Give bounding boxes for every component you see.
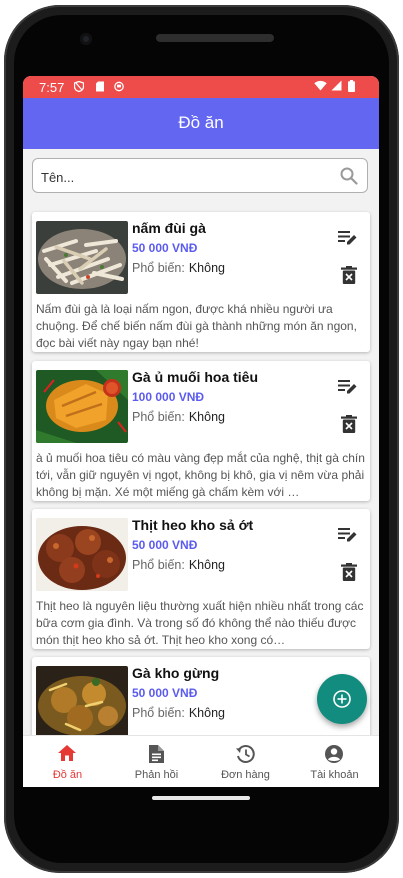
food-image (36, 666, 128, 736)
popular-value: Không (188, 558, 225, 572)
shield-icon (74, 81, 84, 92)
app-screen: 7:57 Đồ ăn nấm đùi gà 50 000 VNĐ Phổ biế… (23, 76, 379, 787)
food-card[interactable]: Gà ủ muối hoa tiêu 100 000 VNĐ Phổ biến:… (32, 361, 370, 501)
food-price: 50 000 VNĐ (132, 686, 198, 700)
food-card[interactable]: nấm đùi gà 50 000 VNĐ Phổ biến: Không Nấm… (32, 212, 370, 352)
nav-label: Tài khoản (310, 769, 359, 781)
delete-icon[interactable] (341, 563, 357, 581)
food-description: Thịt heo là nguyên liệu thường xuất hiện… (36, 599, 364, 647)
popular-label: Phổ biến: (132, 706, 185, 720)
app-bar: Đồ ăn (23, 98, 379, 149)
food-description: Nấm đùi gà là loại nấm ngon, được khá nh… (36, 302, 357, 350)
food-name: Gà ủ muối hoa tiêu (132, 369, 259, 385)
food-image (36, 221, 128, 294)
app-notification-icon (114, 81, 124, 92)
nav-item-orders[interactable]: Đơn hàng (201, 736, 290, 787)
status-time: 7:57 (39, 80, 65, 95)
add-circle-icon (333, 690, 351, 708)
food-name: Gà kho gừng (132, 665, 220, 681)
page-title: Đồ ăn (178, 113, 224, 132)
delete-icon[interactable] (341, 266, 357, 284)
food-list: nấm đùi gà 50 000 VNĐ Phổ biến: Không Nấm… (23, 202, 379, 736)
nav-label: Phản hồi (134, 769, 179, 781)
nav-item-food[interactable]: Đồ ăn (23, 736, 112, 787)
food-name: nấm đùi gà (132, 220, 206, 236)
food-image (36, 518, 128, 591)
speaker-grille (156, 34, 274, 42)
feedback-icon (149, 745, 164, 763)
popular-value: Không (188, 706, 225, 720)
food-card[interactable]: Thịt heo kho sả ớt 50 000 VNĐ Phổ biến: K… (32, 509, 370, 649)
food-popular: Phổ biến: Không (132, 706, 225, 720)
edit-icon[interactable] (338, 228, 358, 246)
sim-icon (96, 81, 104, 92)
popular-value: Không (188, 410, 225, 424)
popular-value: Không (188, 261, 225, 275)
food-popular: Phổ biến: Không (132, 261, 225, 275)
status-bar: 7:57 (23, 76, 379, 98)
nav-item-feedback[interactable]: Phản hồi (112, 736, 201, 787)
home-indicator (152, 796, 250, 800)
food-image (36, 370, 128, 443)
nav-label: Đồ ăn (52, 769, 83, 781)
nav-item-account[interactable]: Tài khoản (290, 736, 379, 787)
food-popular: Phổ biến: Không (132, 558, 225, 572)
add-food-button[interactable] (317, 674, 367, 724)
food-price: 100 000 VNĐ (132, 390, 205, 404)
search-icon[interactable] (340, 167, 358, 185)
cell-signal-icon (331, 80, 342, 91)
popular-label: Phổ biến: (132, 410, 185, 424)
front-camera (80, 33, 92, 45)
food-price: 50 000 VNĐ (132, 538, 198, 552)
history-icon (236, 745, 255, 763)
edit-icon[interactable] (338, 377, 358, 395)
account-icon (325, 745, 343, 763)
wifi-icon (314, 80, 327, 91)
food-popular: Phổ biến: Không (132, 410, 225, 424)
home-icon (58, 745, 76, 761)
food-price: 50 000 VNĐ (132, 241, 198, 255)
nav-label: Đơn hàng (221, 769, 270, 781)
search-input[interactable] (39, 166, 333, 188)
popular-label: Phổ biến: (132, 558, 185, 572)
food-name: Thịt heo kho sả ớt (132, 517, 254, 533)
bottom-navigation: Đồ ăn Phản hồi Đơn hàng Tài khoản (23, 735, 379, 787)
battery-icon (348, 80, 355, 92)
delete-icon[interactable] (341, 415, 357, 433)
search-box[interactable] (32, 158, 368, 193)
edit-icon[interactable] (338, 525, 358, 543)
popular-label: Phổ biến: (132, 261, 185, 275)
food-description: à ủ muối hoa tiêu có màu vàng đẹp mắt củ… (36, 451, 365, 499)
